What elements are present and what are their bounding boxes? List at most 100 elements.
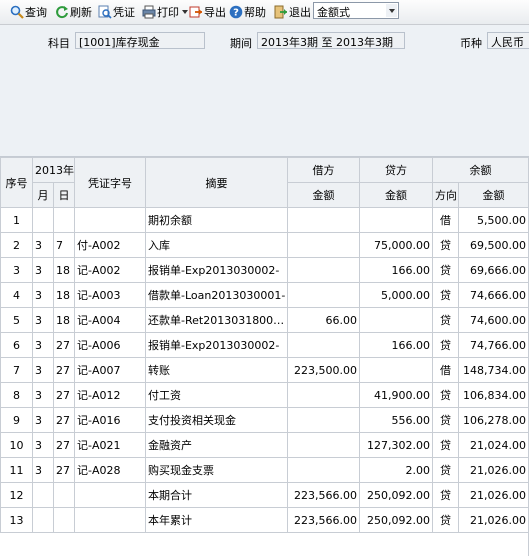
- balance-amount-cell: 21,026.00: [458, 482, 529, 508]
- export-button[interactable]: 导出: [189, 3, 226, 20]
- debit-amount-header: 金额: [287, 182, 360, 208]
- help-button[interactable]: ? 帮助: [229, 3, 266, 20]
- table-row[interactable]: 6 3 27 记-A006 报销单-Exp2013030002- 166.00 贷 74,76…: [0, 332, 529, 358]
- day-cell: 27: [53, 332, 75, 358]
- direction-cell: 贷: [432, 257, 459, 283]
- debit-header: 借方: [287, 157, 360, 183]
- voucher-no-header: 凭证字号: [74, 157, 146, 208]
- debit-amount-cell: 223,566.00: [287, 482, 360, 508]
- debit-amount-cell: [287, 432, 360, 458]
- table-row[interactable]: 10 3 27 记-A021 金融资产 127,302.00 贷 21,024.00: [0, 432, 529, 458]
- period-label: 期间: [230, 37, 252, 50]
- filter-panel: 科目 [1001]库存现金 期间 2013年3期 至 2013年3期 币种 人民…: [0, 25, 529, 157]
- print-button[interactable]: 打印: [142, 3, 188, 20]
- seq-cell: 12: [0, 482, 33, 508]
- day-cell: 7: [53, 232, 75, 258]
- credit-amount-cell: [359, 357, 433, 383]
- voucher-no-cell: 记-A002: [74, 257, 146, 283]
- seq-cell: 8: [0, 382, 33, 408]
- direction-cell: 贷: [432, 282, 459, 308]
- currency-field: 人民币: [487, 32, 529, 49]
- seq-cell: 2: [0, 232, 33, 258]
- summary-cell: 入库: [145, 232, 288, 258]
- direction-cell: 借: [432, 357, 459, 383]
- month-cell: 3: [32, 282, 54, 308]
- credit-amount-cell: 41,900.00: [359, 382, 433, 408]
- credit-amount-cell: 5,000.00: [359, 282, 433, 308]
- debit-amount-cell: [287, 332, 360, 358]
- table-row[interactable]: 2 3 7 付-A002 入库 75,000.00 贷 69,500.00: [0, 232, 529, 258]
- query-button[interactable]: 查询: [10, 3, 47, 20]
- table-row[interactable]: 4 3 18 记-A003 借款单-Loan2013030001- 5,000.00 贷 74…: [0, 282, 529, 308]
- day-cell: 27: [53, 357, 75, 383]
- direction-cell: 贷: [432, 382, 459, 408]
- credit-amount-cell: 556.00: [359, 407, 433, 433]
- credit-amount-cell: 166.00: [359, 257, 433, 283]
- year-header: 2013年: [32, 157, 75, 183]
- day-cell: 27: [53, 457, 75, 483]
- format-select[interactable]: 金额式: [313, 2, 399, 19]
- credit-amount-cell: 166.00: [359, 332, 433, 358]
- debit-amount-cell: 66.00: [287, 307, 360, 333]
- help-label: 帮助: [244, 5, 266, 19]
- voucher-no-cell: 记-A016: [74, 407, 146, 433]
- voucher-button[interactable]: 凭证: [98, 3, 135, 20]
- day-cell: 27: [53, 382, 75, 408]
- voucher-label: 凭证: [113, 5, 135, 19]
- summary-cell: 本期合计: [145, 482, 288, 508]
- table-row[interactable]: 7 3 27 记-A007 转账 223,500.00 借 148,734.00: [0, 357, 529, 383]
- summary-cell: 本年累计: [145, 507, 288, 533]
- refresh-label: 刷新: [70, 5, 92, 19]
- ledger-table: 序号 2013年 凭证字号 摘要 借方 贷方 余额 月 日 金额 金额 方向 金…: [0, 157, 529, 533]
- credit-amount-cell: [359, 207, 433, 233]
- table-row[interactable]: 11 3 27 记-A028 购买现金支票 2.00 贷 21,026.00: [0, 457, 529, 483]
- direction-cell: 贷: [432, 507, 459, 533]
- table-row[interactable]: 12 本期合计 223,566.00 250,092.00 贷 21,026.00: [0, 482, 529, 508]
- refresh-button[interactable]: 刷新: [55, 3, 92, 20]
- voucher-search-icon: [98, 5, 112, 19]
- query-label: 查询: [25, 5, 47, 19]
- seq-cell: 4: [0, 282, 33, 308]
- seq-cell: 11: [0, 457, 33, 483]
- balance-amount-cell: 69,666.00: [458, 257, 529, 283]
- month-cell: 3: [32, 307, 54, 333]
- seq-header: 序号: [0, 157, 33, 208]
- table-row[interactable]: 1 期初余额 借 5,500.00: [0, 207, 529, 233]
- period-field: 2013年3期 至 2013年3期: [257, 32, 405, 49]
- search-icon: [10, 5, 24, 19]
- print-dropdown-icon[interactable]: [182, 9, 188, 14]
- table-row[interactable]: 13 本年累计 223,566.00 250,092.00 贷 21,026.00: [0, 507, 529, 533]
- table-row[interactable]: 9 3 27 记-A016 支付投资相关现金 556.00 贷 106,278.00: [0, 407, 529, 433]
- exit-button[interactable]: 退出: [274, 3, 311, 20]
- table-row[interactable]: 8 3 27 记-A012 付工资 41,900.00 贷 106,834.00: [0, 382, 529, 408]
- export-icon: [189, 5, 203, 19]
- day-cell: [53, 207, 75, 233]
- table-row[interactable]: 3 3 18 记-A002 报销单-Exp2013030002- 166.00 贷 69,66…: [0, 257, 529, 283]
- balance-amount-cell: 69,500.00: [458, 232, 529, 258]
- debit-amount-cell: [287, 382, 360, 408]
- summary-cell: 购买现金支票: [145, 457, 288, 483]
- table-row[interactable]: 5 3 18 记-A004 还款单-Ret2013031800… 66.00 贷 74,600…: [0, 307, 529, 333]
- month-cell: 3: [32, 357, 54, 383]
- summary-cell: 报销单-Exp2013030002-: [145, 332, 288, 358]
- voucher-no-cell: 记-A003: [74, 282, 146, 308]
- chevron-down-icon[interactable]: [386, 4, 397, 17]
- direction-cell: 贷: [432, 482, 459, 508]
- voucher-no-cell: 记-A028: [74, 457, 146, 483]
- month-cell: [32, 207, 54, 233]
- balance-amount-cell: 74,600.00: [458, 307, 529, 333]
- direction-cell: 贷: [432, 232, 459, 258]
- refresh-icon: [55, 5, 69, 19]
- balance-amount-cell: 21,024.00: [458, 432, 529, 458]
- summary-cell: 金融资产: [145, 432, 288, 458]
- debit-amount-cell: 223,500.00: [287, 357, 360, 383]
- summary-header: 摘要: [145, 157, 288, 208]
- summary-cell: 借款单-Loan2013030001-: [145, 282, 288, 308]
- voucher-no-cell: 记-A004: [74, 307, 146, 333]
- seq-cell: 6: [0, 332, 33, 358]
- seq-cell: 5: [0, 307, 33, 333]
- day-cell: 18: [53, 257, 75, 283]
- help-icon: ?: [229, 5, 243, 19]
- direction-cell: 贷: [432, 407, 459, 433]
- debit-amount-cell: [287, 232, 360, 258]
